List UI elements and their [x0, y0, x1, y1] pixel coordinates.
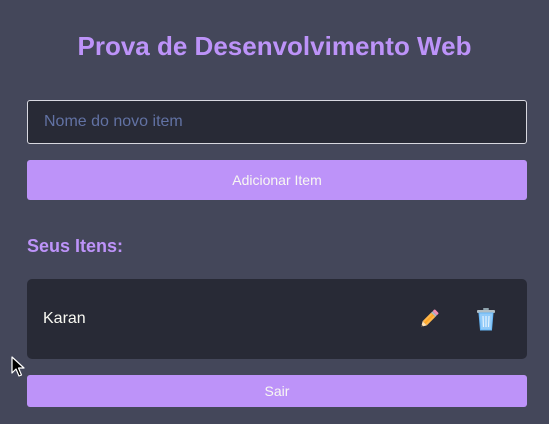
mouse-cursor-icon — [11, 356, 25, 377]
logout-button[interactable]: Sair — [27, 375, 527, 407]
new-item-input[interactable] — [27, 100, 527, 144]
add-item-button[interactable]: Adicionar Item — [27, 160, 527, 200]
delete-item-button[interactable] — [472, 305, 500, 333]
pencil-icon — [421, 309, 439, 327]
app-page: Prova de Desenvolvimento Web Adicionar I… — [0, 0, 549, 424]
page-title: Prova de Desenvolvimento Web — [77, 31, 472, 61]
list-item: Karan — [27, 279, 527, 359]
item-list: Karan — [27, 279, 527, 359]
trash-icon — [477, 308, 495, 331]
edit-item-button[interactable] — [415, 305, 443, 333]
item-name: Karan — [43, 310, 86, 327]
items-heading: Seus Itens: — [27, 236, 124, 256]
